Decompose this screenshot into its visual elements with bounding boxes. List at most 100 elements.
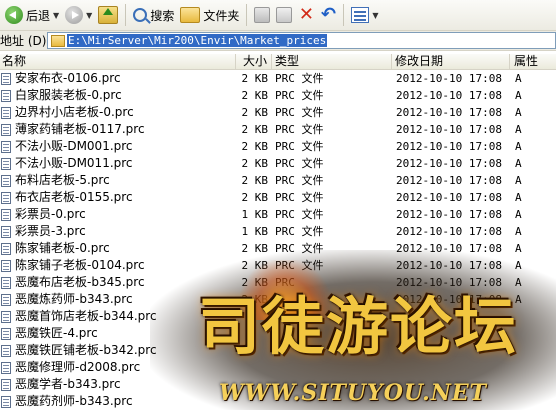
file-attributes: A (515, 276, 522, 289)
file-name: 恶魔布店老板-b345.prc (15, 275, 145, 289)
file-name: 薄家药铺老板-0117.prc (15, 122, 145, 136)
file-modified: 2012-10-10 17:08 (396, 191, 502, 204)
column-header-modified[interactable]: 修改日期 (392, 54, 510, 69)
file-row[interactable]: 白家服装老板-0.prc 2 KB PRC 文件 2012-10-10 17:08 A (0, 87, 556, 104)
column-header-name[interactable]: 名称 (0, 54, 236, 69)
file-name-cell[interactable]: 布衣店老板-0155.prc (1, 189, 234, 206)
file-name-cell[interactable]: 陈家铺老板-0.prc (1, 240, 234, 257)
file-type: PRC 文件 (275, 72, 324, 85)
file-size: 2 KB (241, 242, 269, 255)
file-icon (1, 395, 11, 408)
file-attributes: A (515, 140, 522, 153)
file-size: 1 KB (241, 208, 269, 221)
folders-button[interactable]: 文件夹 (177, 3, 242, 27)
file-name: 安家布衣-0106.prc (15, 71, 121, 85)
address-label: 地址 (D) (0, 34, 46, 48)
file-row[interactable]: 不法小贩-DM011.prc 2 KB PRC 文件 2012-10-10 17:08… (0, 155, 556, 172)
file-row[interactable]: 安家布衣-0106.prc 2 KB PRC 文件 2012-10-10 17:08 A (0, 70, 556, 87)
file-type (275, 359, 390, 376)
move-to-button[interactable] (251, 3, 273, 27)
file-row[interactable]: 恶魔炼药师-b343.prc 2 KB 2012-10-10 17:08 A (0, 291, 556, 308)
file-name: 彩票员-3.prc (15, 224, 86, 238)
file-name-cell[interactable]: 恶魔修理师-d2008.prc (1, 359, 234, 376)
file-row[interactable]: 恶魔学者-b343.prc (0, 376, 556, 393)
file-name-cell[interactable]: 布料店老板-5.prc (1, 172, 234, 189)
file-name-cell[interactable]: 恶魔首饰店老板-b344.prc (1, 308, 234, 325)
delete-button[interactable]: ✕ (295, 3, 317, 27)
forward-dropdown-icon[interactable]: ▼ (86, 11, 92, 20)
file-row[interactable]: 陈家铺老板-0.prc 2 KB PRC 文件 2012-10-10 17:08 A (0, 240, 556, 257)
file-attributes: A (515, 259, 522, 272)
file-row[interactable]: 边界村小店老板-0.prc 2 KB PRC 文件 2012-10-10 17:08 A (0, 104, 556, 121)
file-row[interactable]: 恶魔药剂师-b343.prc (0, 393, 556, 410)
file-size: 2 KB (241, 157, 269, 170)
file-modified: 2012-10-10 17:08 (396, 276, 502, 289)
file-row[interactable]: 薄家药铺老板-0117.prc 2 KB PRC 文件 2012-10-10 17:0… (0, 121, 556, 138)
file-name: 布衣店老板-0155.prc (15, 190, 133, 204)
up-folder-button[interactable] (95, 3, 121, 27)
file-row[interactable]: 布料店老板-5.prc 2 KB PRC 文件 2012-10-10 17:08 A (0, 172, 556, 189)
file-row[interactable]: 恶魔铁匠-4.prc (0, 325, 556, 342)
views-dropdown-icon[interactable]: ▼ (372, 11, 378, 20)
file-modified: 2012-10-10 17:08 (396, 174, 502, 187)
copy-to-button[interactable] (273, 3, 295, 27)
file-icon (1, 174, 11, 187)
search-button[interactable]: 搜索 (130, 3, 177, 27)
file-modified (396, 342, 508, 359)
file-name-cell[interactable]: 安家布衣-0106.prc (1, 70, 234, 87)
forward-button[interactable]: ▼ (62, 3, 95, 27)
file-name-cell[interactable]: 恶魔炼药师-b343.prc (1, 291, 234, 308)
file-row[interactable]: 不法小贩-DM001.prc 2 KB PRC 文件 2012-10-10 17:08… (0, 138, 556, 155)
back-button[interactable]: 后退 ▼ (2, 3, 62, 27)
file-size: 2 KB (241, 293, 269, 306)
toolbar: 后退 ▼ ▼ 搜索 文件夹 ✕ ↶ ▼ (0, 0, 556, 31)
back-arrow-icon (5, 6, 23, 24)
file-type (275, 291, 390, 308)
file-name-cell[interactable]: 不法小贩-DM001.prc (1, 138, 234, 155)
column-header-type[interactable]: 类型 (272, 54, 392, 69)
file-row[interactable]: 彩票员-0.prc 1 KB PRC 文件 2012-10-10 17:08 A (0, 206, 556, 223)
file-name-cell[interactable]: 彩票员-0.prc (1, 206, 234, 223)
file-name-cell[interactable]: 陈家铺子老板-0104.prc (1, 257, 234, 274)
file-row[interactable]: 恶魔布店老板-b345.prc 2 KB PRC 2012-10-10 17:08 A (0, 274, 556, 291)
file-name-cell[interactable]: 彩票员-3.prc (1, 223, 234, 240)
file-name-cell[interactable]: 恶魔药剂师-b343.prc (1, 393, 234, 410)
views-button[interactable]: ▼ (348, 3, 381, 27)
file-name-cell[interactable]: 恶魔铁匠铺老板-b342.prc (1, 342, 234, 359)
back-dropdown-icon[interactable]: ▼ (53, 11, 59, 20)
file-modified: 2012-10-10 17:08 (396, 225, 502, 238)
toolbar-separator (343, 4, 345, 26)
file-modified: 2012-10-10 17:08 (396, 140, 502, 153)
column-header-size[interactable]: 大小 (236, 54, 272, 69)
file-size (236, 393, 268, 410)
undo-button[interactable]: ↶ (317, 3, 339, 27)
file-row[interactable]: 彩票员-3.prc 1 KB PRC 文件 2012-10-10 17:08 A (0, 223, 556, 240)
file-name-cell[interactable]: 恶魔学者-b343.prc (1, 376, 234, 393)
file-name-cell[interactable]: 白家服装老板-0.prc (1, 87, 234, 104)
file-name: 恶魔学者-b343.prc (15, 377, 121, 391)
file-attributes: A (515, 174, 522, 187)
address-path[interactable]: E:\MirServer\Mir200\Envir\Market_prices (67, 34, 328, 47)
address-field[interactable]: E:\MirServer\Mir200\Envir\Market_prices (47, 32, 556, 49)
file-size: 2 KB (241, 106, 269, 119)
file-name-cell[interactable]: 恶魔铁匠-4.prc (1, 325, 234, 342)
file-attributes (515, 342, 545, 359)
file-row[interactable]: 恶魔铁匠铺老板-b342.prc (0, 342, 556, 359)
file-row[interactable]: 陈家铺子老板-0104.prc 2 KB PRC 文件 2012-10-10 17:0… (0, 257, 556, 274)
file-row[interactable]: 布衣店老板-0155.prc 2 KB PRC 文件 2012-10-10 17:08… (0, 189, 556, 206)
file-icon (1, 208, 11, 221)
file-name-cell[interactable]: 边界村小店老板-0.prc (1, 104, 234, 121)
file-attributes: A (515, 293, 522, 306)
back-label: 后退 (26, 8, 51, 23)
file-type: PRC 文件 (275, 225, 324, 238)
column-header-attributes[interactable]: 属性 (510, 54, 556, 69)
file-name-cell[interactable]: 不法小贩-DM011.prc (1, 155, 234, 172)
file-name-cell[interactable]: 薄家药铺老板-0117.prc (1, 121, 234, 138)
file-row[interactable]: 恶魔修理师-d2008.prc (0, 359, 556, 376)
toolbar-separator (125, 4, 127, 26)
file-name-cell[interactable]: 恶魔布店老板-b345.prc (1, 274, 234, 291)
file-name: 不法小贩-DM001.prc (15, 139, 133, 153)
file-row[interactable]: 恶魔首饰店老板-b344.prc (0, 308, 556, 325)
file-size: 2 KB (241, 72, 269, 85)
file-type (275, 376, 390, 393)
